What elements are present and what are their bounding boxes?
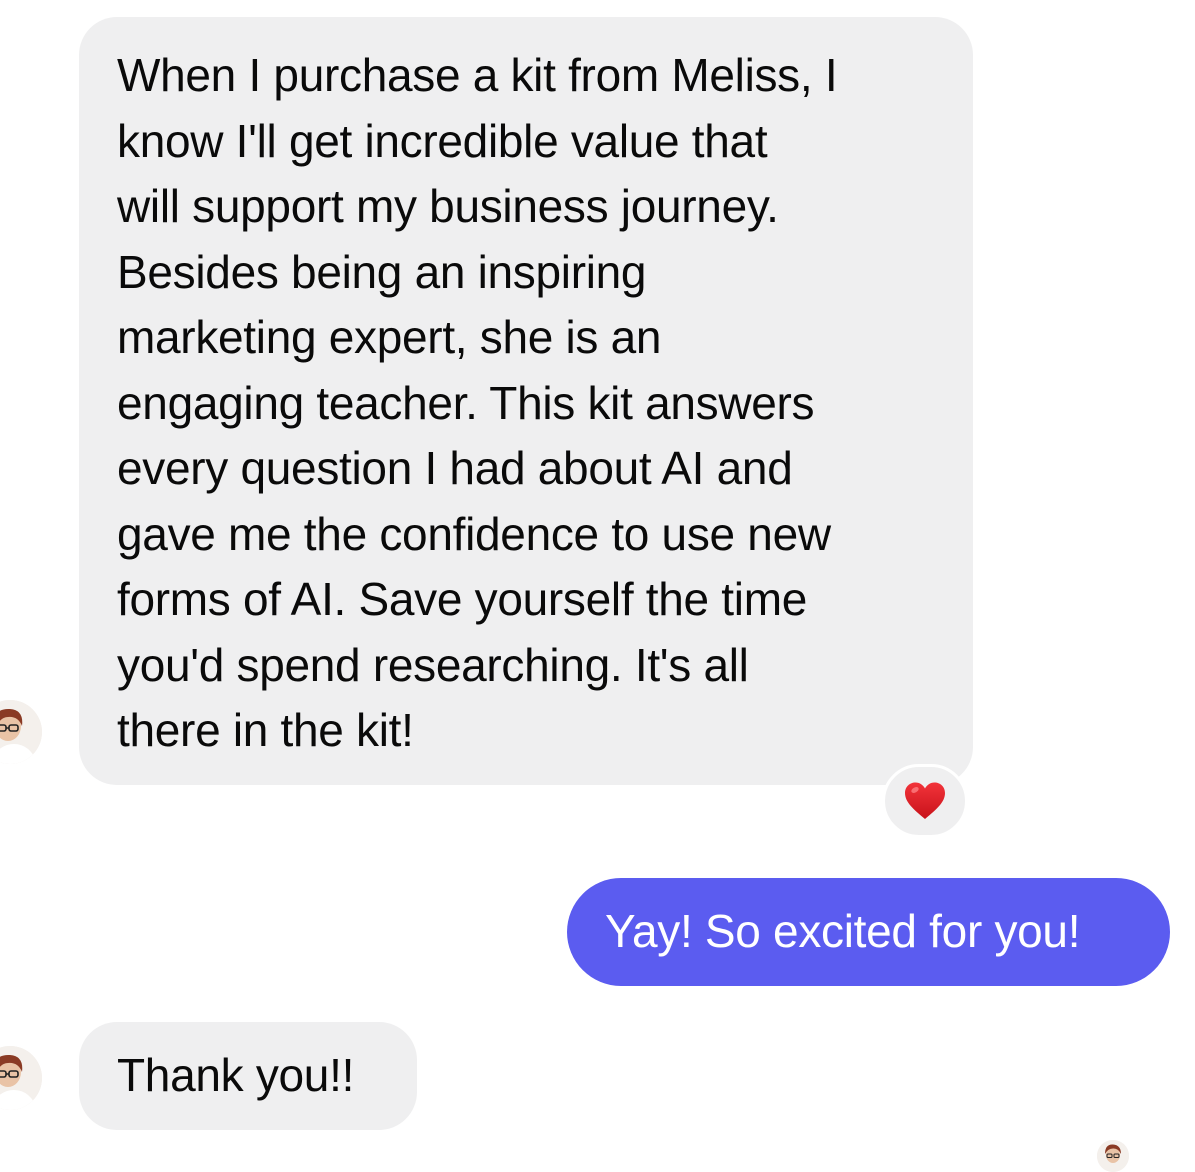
message-line: there in the kit! bbox=[117, 704, 414, 756]
message-line: know I'll get incredible value that bbox=[117, 114, 768, 167]
message-line: engaging teacher. This kit answers bbox=[117, 376, 815, 429]
message-line: Besides being an inspiring bbox=[117, 245, 647, 298]
contact-avatar[interactable] bbox=[0, 700, 42, 764]
message-line: forms of AI. Save yourself the time bbox=[117, 573, 808, 625]
message-line: When I purchase a kit from Meliss, I bbox=[117, 49, 838, 101]
reaction-badge[interactable] bbox=[882, 764, 968, 838]
read-receipt-photo bbox=[1097, 1140, 1129, 1172]
heart-icon bbox=[905, 782, 945, 819]
read-receipt-avatar bbox=[1097, 1140, 1129, 1172]
message-line: you'd spend researching. It's all bbox=[117, 638, 749, 691]
contact-avatar[interactable] bbox=[0, 1046, 42, 1110]
message-text: Thank you!! bbox=[117, 1049, 355, 1101]
message-line: gave me the confidence to use new bbox=[117, 507, 831, 560]
message-line: will support my business journey. bbox=[117, 180, 779, 232]
message-line: marketing expert, she is an bbox=[117, 311, 662, 363]
outgoing-message-bubble[interactable]: Yay! So excited for you! bbox=[567, 878, 1170, 986]
incoming-message-bubble[interactable]: Thank you!! bbox=[79, 1022, 417, 1130]
incoming-message-bubble[interactable]: When I purchase a kit from Meliss, I kno… bbox=[79, 17, 973, 785]
contact-avatar-photo bbox=[0, 1046, 42, 1110]
contact-avatar-photo bbox=[0, 700, 42, 764]
outgoing-message-text: Yay! So excited for you! bbox=[605, 905, 1081, 957]
message-line: every question I had about AI and bbox=[117, 442, 793, 494]
